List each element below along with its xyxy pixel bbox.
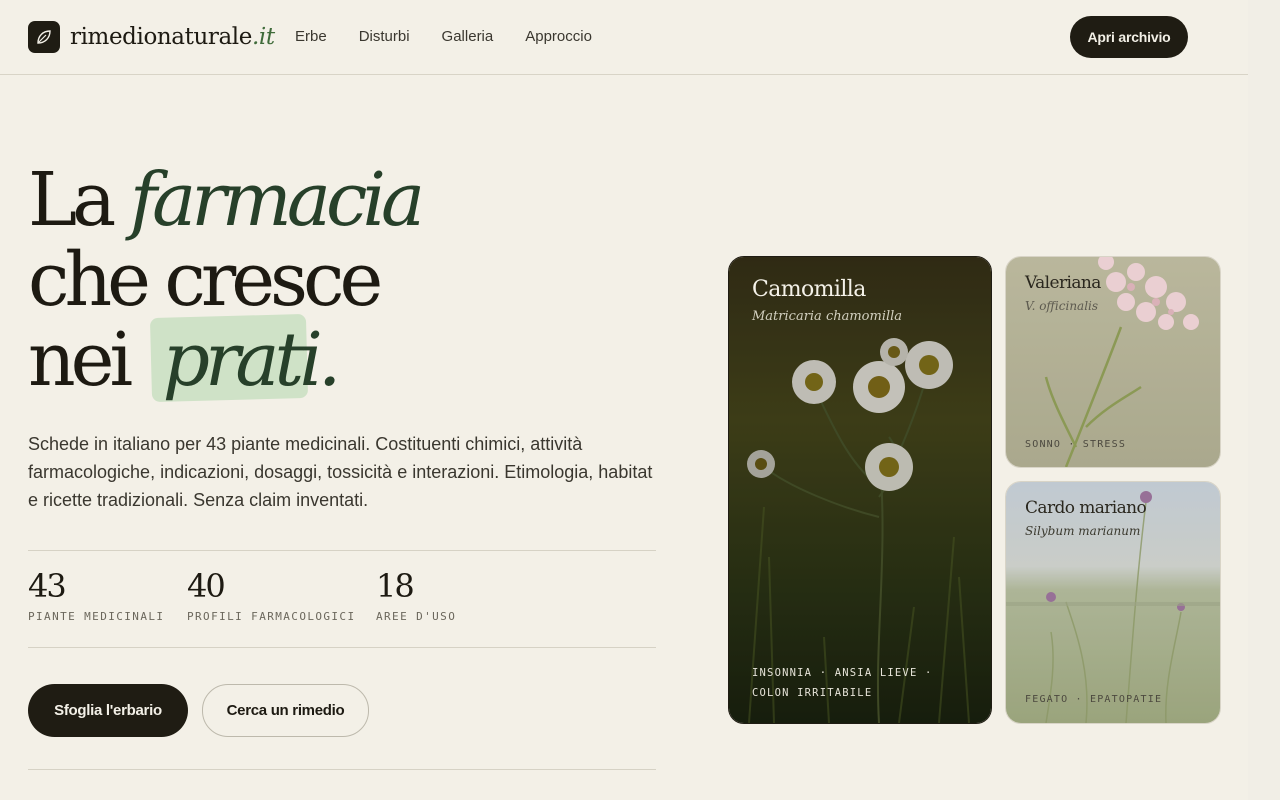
intro-text: Schede in italiano per 43 piante medicin… [28, 434, 653, 510]
divider [28, 769, 656, 770]
brand-logo[interactable]: rimedionaturale.it [28, 21, 275, 53]
divider [28, 550, 656, 551]
hero-highlight: prati. [147, 320, 347, 400]
hero-line-1: La farmacia [28, 157, 425, 243]
stat-label: PIANTE MEDICINALI [28, 610, 165, 623]
hero-line1-plain: La [28, 157, 130, 243]
nav-erbe[interactable]: Erbe [295, 28, 327, 45]
cardo-mariano-photo [1006, 482, 1220, 723]
card-title: Valeriana [1025, 273, 1101, 293]
search-remedy-button[interactable]: Cerca un rimedio [202, 684, 369, 737]
main-nav: Erbe Disturbi Galleria Approccio [295, 28, 624, 45]
brand-name: rimedionaturale.it [70, 24, 275, 50]
card-camomilla[interactable]: Camomilla Matricaria chamomilla INSONNIA… [728, 256, 992, 724]
browse-herbarium-button[interactable]: Sfoglia l'erbario [28, 684, 188, 737]
card-cardo-mariano[interactable]: Cardo mariano Silybum marianum FEGATO · … [1005, 481, 1221, 724]
scrollbar-track[interactable] [1248, 0, 1280, 800]
divider [28, 647, 656, 648]
hero-line-2: che cresce [28, 237, 383, 323]
brand-tld: .it [251, 24, 275, 50]
stat-value: 43 [28, 567, 67, 605]
card-latin-name: Silybum marianum [1025, 524, 1141, 538]
stat-areas: 18 AREE D'USO [376, 566, 456, 623]
open-archive-button[interactable]: Apri archivio [1070, 16, 1188, 58]
hero-headline: La farmacia che cresce nei prati. [28, 157, 425, 400]
site-header: rimedionaturale.it Erbe Disturbi Galleri… [0, 0, 1248, 75]
leaf-icon [28, 21, 60, 53]
nav-approccio[interactable]: Approccio [525, 28, 592, 45]
hero-line1-italic: farmacia [129, 157, 425, 243]
camomilla-photo [729, 257, 991, 723]
stat-label: AREE D'USO [376, 610, 457, 623]
card-latin-name: V. officinalis [1025, 299, 1099, 313]
card-tags: FEGATO · EPATOPATIE [1025, 694, 1163, 705]
stat-value: 18 [376, 567, 415, 605]
stat-profiles: 40 PROFILI FARMACOLOGICI [187, 566, 355, 623]
nav-disturbi[interactable]: Disturbi [359, 28, 410, 45]
card-title: Cardo mariano [1025, 498, 1147, 518]
hero-line3-plain: nei [28, 317, 147, 403]
card-tags: INSONNIA · ANSIA LIEVE · COLON IRRITABIL… [752, 667, 933, 699]
stat-label: PROFILI FARMACOLOGICI [187, 610, 356, 623]
hero-line-3: nei prati. [28, 320, 420, 400]
card-tags: SONNO · STRESS [1025, 439, 1127, 450]
card-latin-name: Matricaria chamomilla [752, 309, 903, 324]
card-title: Camomilla [752, 277, 866, 302]
card-valeriana[interactable]: Valeriana V. officinalis SONNO · STRESS [1005, 256, 1221, 468]
page: rimedionaturale.it Erbe Disturbi Galleri… [0, 0, 1248, 800]
nav-galleria[interactable]: Galleria [442, 28, 494, 45]
stat-plants: 43 PIANTE MEDICINALI [28, 566, 164, 623]
stat-value: 40 [187, 567, 226, 605]
